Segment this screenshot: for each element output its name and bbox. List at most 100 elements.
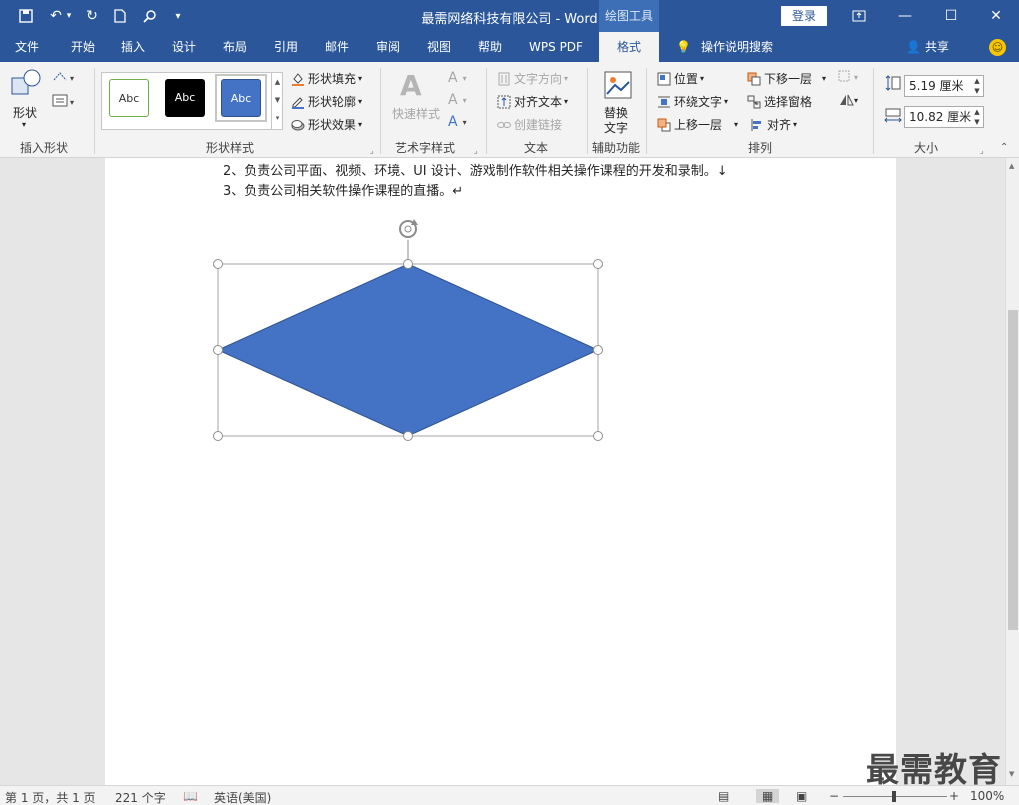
text-direction-button[interactable]: 文字方向 ▾ (497, 70, 568, 87)
tab-wps-pdf[interactable]: WPS PDF (522, 32, 590, 62)
zoom-out-icon[interactable]: − (829, 789, 839, 803)
gallery-scroll-icon[interactable]: ▲ ▼ ▾ (271, 73, 283, 129)
tab-layout[interactable]: 布局 (212, 32, 258, 62)
tab-insert[interactable]: 插入 (110, 32, 156, 62)
word-count[interactable]: 221 个字 (115, 789, 166, 805)
shape-fill-button[interactable]: 形状填充 ▾ (291, 70, 362, 87)
text-outline-icon[interactable]: A ▾ (448, 92, 467, 108)
height-input[interactable]: 5.19 厘米 ▲ ▼ (904, 75, 984, 97)
zoom-level[interactable]: 100% (970, 789, 1004, 803)
maximize-icon[interactable]: ☐ (928, 0, 974, 32)
tab-home[interactable]: 开始 (60, 32, 106, 62)
height-icon (884, 75, 902, 91)
web-layout-icon[interactable]: ▣ (796, 789, 807, 803)
ribbon-separator (94, 68, 95, 154)
close-icon[interactable]: ✕ (973, 0, 1019, 32)
resize-handle-left[interactable] (213, 345, 223, 355)
page-count[interactable]: 第 1 页，共 1 页 (5, 789, 96, 805)
scroll-up-icon[interactable]: ▲ (1009, 162, 1014, 170)
bring-forward-button[interactable]: 上移一层 ▾ (657, 116, 738, 133)
alt-text-button-line2[interactable]: 文字 (604, 119, 628, 136)
text-box-icon[interactable]: ▾ (52, 94, 78, 108)
quick-styles-button[interactable]: 快速样式 (392, 105, 440, 122)
create-link-label: 创建链接 (514, 118, 563, 132)
alt-text-icon[interactable] (603, 70, 633, 100)
document-page[interactable]: 2、负责公司平面、视频、环境、UI 设计、游戏制作软件相关操作课程的开发和录制。… (105, 158, 896, 785)
resize-handle-top[interactable] (403, 259, 413, 269)
wordart-dialog-launcher-icon[interactable]: ⌟ (474, 146, 478, 155)
document-line-2[interactable]: 2、负责公司平面、视频、环境、UI 设计、游戏制作软件相关操作课程的开发和录制。… (223, 160, 728, 179)
tab-view[interactable]: 视图 (416, 32, 462, 62)
size-dialog-launcher-icon[interactable]: ⌟ (980, 146, 984, 155)
rotate-handle-icon[interactable] (399, 219, 418, 238)
width-input[interactable]: 10.82 厘米 ▲ ▼ (904, 106, 984, 128)
height-spinner-icon[interactable]: ▲ ▼ (971, 76, 983, 96)
rotate-objects-icon[interactable]: ▾ (838, 93, 858, 107)
ribbon-display-options-icon[interactable] (836, 0, 882, 32)
shape-style-sample-1[interactable]: Abc (109, 79, 149, 117)
align-button[interactable]: 对齐 ▾ (750, 116, 797, 133)
position-button[interactable]: 位置 ▾ (657, 70, 704, 87)
login-button[interactable]: 登录 (781, 6, 827, 26)
collapse-ribbon-icon[interactable]: ⌃ (1000, 142, 1008, 153)
read-mode-icon[interactable]: ▤ (718, 789, 729, 803)
group-objects-icon[interactable]: ▾ (838, 70, 858, 84)
shapes-gallery-icon[interactable] (10, 68, 42, 100)
save-icon[interactable] (14, 6, 38, 26)
zoom-in-icon[interactable]: + (949, 789, 959, 803)
shape-style-sample-3[interactable]: Abc (221, 79, 261, 117)
shape-styles-dialog-launcher-icon[interactable]: ⌟ (370, 146, 374, 155)
undo-dropdown-icon[interactable]: ▾ (64, 6, 74, 26)
text-group-label: 文本 (523, 141, 548, 155)
customize-quick-access-icon[interactable]: ▾ (166, 6, 190, 26)
text-fill-icon[interactable]: A ▾ (448, 70, 467, 86)
arrange-group-label: 排列 (747, 141, 772, 155)
document-line-3[interactable]: 3、负责公司相关软件操作课程的直播。↵ (223, 180, 463, 199)
tab-references[interactable]: 引用 (263, 32, 309, 62)
share-button[interactable]: 👤 共享 (906, 32, 949, 62)
selected-diamond-shape[interactable] (205, 214, 611, 444)
shape-effects-button[interactable]: 形状效果 ▾ (291, 116, 362, 133)
scroll-down-icon[interactable]: ▼ (1009, 770, 1014, 778)
resize-handle-right[interactable] (593, 345, 603, 355)
redo-icon[interactable]: ↻ (80, 6, 104, 26)
zoom-slider-thumb[interactable] (892, 791, 896, 802)
diamond-shape[interactable] (216, 263, 600, 437)
search-icon[interactable] (138, 6, 162, 26)
tab-design[interactable]: 设计 (161, 32, 207, 62)
position-icon (657, 72, 671, 86)
tab-mailings[interactable]: 邮件 (314, 32, 360, 62)
text-effects-icon[interactable]: A ▾ (448, 114, 467, 130)
shape-outline-button[interactable]: 形状轮廓 ▾ (291, 93, 362, 110)
resize-handle-bottom-left[interactable] (213, 431, 223, 441)
edit-shape-icon[interactable]: ▾ (52, 70, 78, 84)
width-spinner-icon[interactable]: ▲ ▼ (971, 107, 983, 127)
shapes-button[interactable]: 形状 (13, 104, 37, 121)
resize-handle-top-left[interactable] (213, 259, 223, 269)
resize-handle-bottom-right[interactable] (593, 431, 603, 441)
proofing-icon[interactable]: 📖 (183, 789, 198, 803)
minimize-icon[interactable]: — (882, 0, 928, 32)
create-link-button[interactable]: 创建链接 (497, 116, 562, 133)
wrap-text-button[interactable]: 环绕文字 ▾ (657, 93, 728, 110)
shape-style-sample-2[interactable]: Abc (165, 79, 205, 117)
tab-file[interactable]: 文件 (4, 32, 50, 62)
quick-styles-icon[interactable]: A (400, 70, 434, 102)
language-indicator[interactable]: 英语(美国) (214, 789, 271, 805)
tab-review[interactable]: 审阅 (365, 32, 411, 62)
scrollbar-thumb[interactable] (1008, 310, 1018, 630)
shapes-dropdown-icon[interactable]: ▾ (22, 120, 26, 129)
vertical-scrollbar[interactable]: ▲ ▼ (1005, 158, 1019, 785)
resize-handle-top-right[interactable] (593, 259, 603, 269)
feedback-smiley-icon[interactable]: ☺ (989, 39, 1006, 56)
resize-handle-bottom[interactable] (403, 431, 413, 441)
tab-help[interactable]: 帮助 (467, 32, 513, 62)
selection-pane-button[interactable]: 选择窗格 (747, 93, 812, 110)
align-text-button[interactable]: 对齐文本 ▾ (497, 93, 568, 110)
wordart-group-label: 艺术字样式 (394, 141, 455, 155)
tab-format[interactable]: 格式 (599, 32, 659, 62)
print-layout-icon[interactable]: ▦ (756, 789, 780, 803)
send-backward-button[interactable]: 下移一层 ▾ (747, 70, 826, 87)
new-document-icon[interactable] (108, 6, 132, 26)
tell-me-search[interactable]: 💡 操作说明搜索 (676, 32, 773, 62)
